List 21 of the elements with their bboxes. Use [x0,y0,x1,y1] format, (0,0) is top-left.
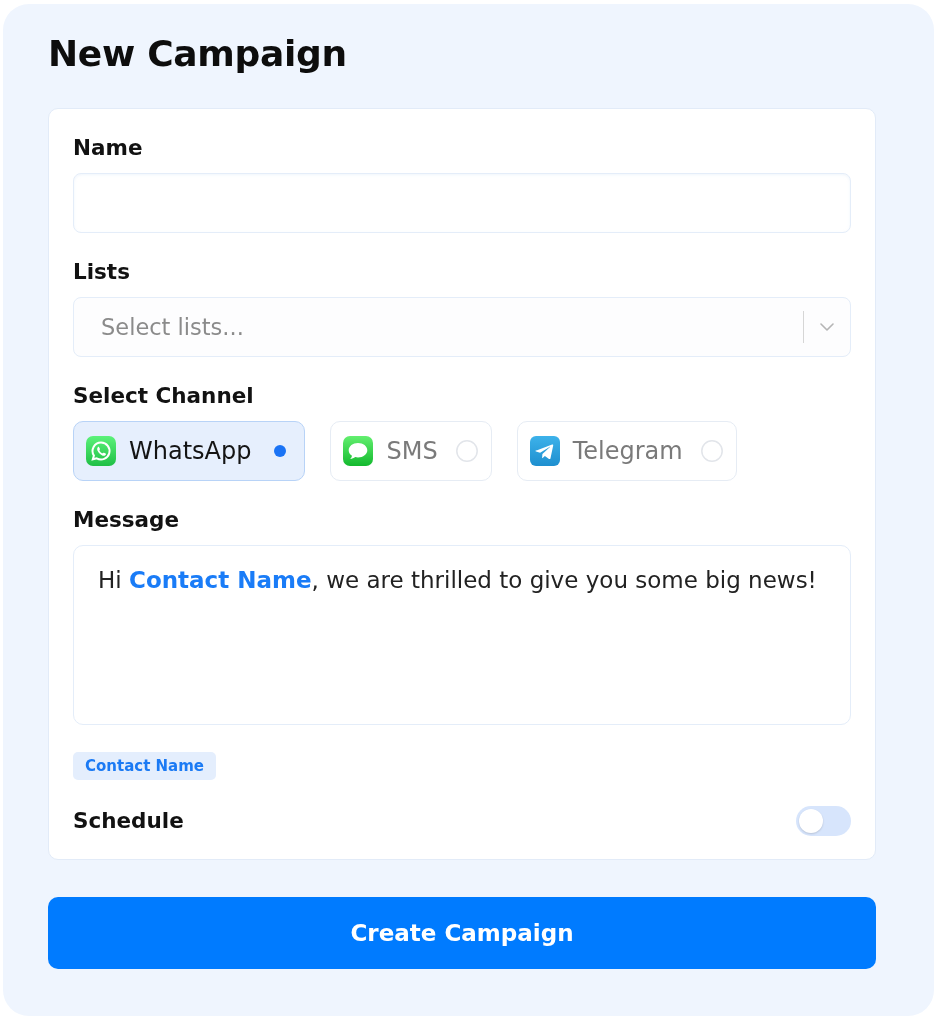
message-field[interactable]: Hi Contact Name, we are thrilled to give you some big news! [73,545,851,725]
create-campaign-button[interactable]: Create Campaign [48,897,876,969]
radio-icon [700,440,723,462]
lists-select[interactable]: Select lists... [73,297,851,357]
field-label: Schedule [73,808,184,834]
insert-variable-button[interactable]: Contact Name [73,752,217,780]
field-label: Message [73,507,180,533]
channel-option[interactable]: WhatsApp [73,421,306,481]
field-label: Name [73,135,143,161]
schedule-toggle[interactable] [796,806,851,836]
chat-phone-icon [86,436,116,466]
paper-plane-icon [529,436,560,466]
speech-bubble-icon [343,436,374,466]
field-label: Lists [73,259,130,285]
chevron-down-icon [820,323,834,331]
name-input[interactable] [73,173,851,233]
field-label: Select Channel [73,383,254,409]
form-title: New Campaign [48,32,347,76]
radio-icon [455,440,478,462]
channel-option[interactable]: Telegram [516,421,737,481]
channel-option[interactable]: SMS [330,421,492,481]
